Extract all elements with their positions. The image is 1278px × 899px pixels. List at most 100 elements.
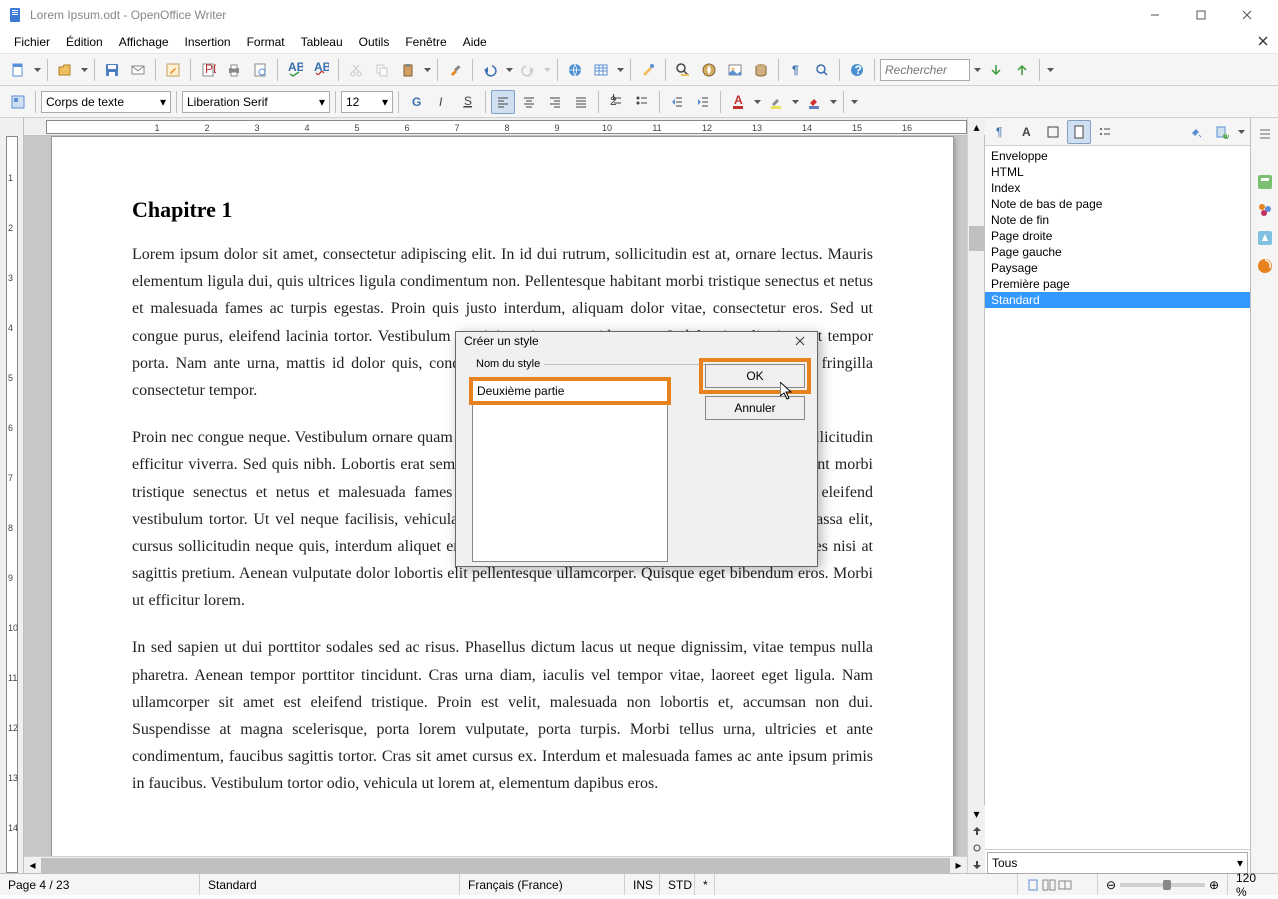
maximize-button[interactable] (1178, 0, 1224, 30)
menu-format[interactable]: Format (239, 33, 293, 51)
vertical-scrollbar[interactable]: ▴ ▾ (967, 118, 984, 873)
fill-format-icon[interactable] (1184, 120, 1208, 144)
edit-mode-icon[interactable] (161, 58, 185, 82)
table-dropdown[interactable] (615, 58, 625, 82)
copy-icon[interactable] (370, 58, 394, 82)
style-item[interactable]: Enveloppe (985, 148, 1250, 164)
page-styles-icon[interactable] (1067, 120, 1091, 144)
bgcolor-icon[interactable] (802, 90, 826, 114)
style-item[interactable]: Page droite (985, 228, 1250, 244)
menu-insertion[interactable]: Insertion (177, 33, 239, 51)
highlight-dropdown[interactable] (790, 90, 800, 114)
paragraph-style-combo[interactable]: Corps de texte▾ (41, 91, 171, 113)
style-item[interactable]: HTML (985, 164, 1250, 180)
close-document-icon[interactable] (1254, 32, 1272, 50)
format-paintbrush-icon[interactable] (443, 58, 467, 82)
properties-icon[interactable] (1253, 170, 1277, 194)
align-center-icon[interactable] (517, 90, 541, 114)
styles-filter-combo[interactable]: Tous▾ (987, 852, 1248, 874)
help-icon[interactable]: ? (845, 58, 869, 82)
underline-icon[interactable]: S (456, 90, 480, 114)
style-item[interactable]: Page gauche (985, 244, 1250, 260)
table-icon[interactable] (589, 58, 613, 82)
status-page[interactable]: Page 4 / 23 (0, 874, 200, 895)
zoom-in-icon[interactable]: ⊕ (1209, 878, 1219, 892)
view-multi-icon[interactable] (1042, 878, 1056, 892)
toolbar2-overflow[interactable] (849, 90, 859, 114)
dialog-titlebar[interactable]: Créer un style (456, 332, 817, 350)
autocorrect-icon[interactable]: ABC (309, 58, 333, 82)
zoom-icon[interactable] (810, 58, 834, 82)
bullet-list-icon[interactable] (630, 90, 654, 114)
draw-icon[interactable] (636, 58, 660, 82)
char-styles-icon[interactable]: A (1015, 120, 1039, 144)
paste-dropdown[interactable] (422, 58, 432, 82)
style-item[interactable]: Note de bas de page (985, 196, 1250, 212)
status-view-icons[interactable] (1018, 874, 1098, 895)
style-list[interactable] (472, 402, 668, 562)
undo-dropdown[interactable] (504, 58, 514, 82)
indent-icon[interactable] (691, 90, 715, 114)
style-item[interactable]: Première page (985, 276, 1250, 292)
style-item[interactable]: Index (985, 180, 1250, 196)
horizontal-scrollbar[interactable]: ◂ ▸ (24, 856, 967, 873)
outdent-icon[interactable] (665, 90, 689, 114)
search-box[interactable] (880, 59, 970, 81)
menu-fenetre[interactable]: Fenêtre (397, 33, 454, 51)
scroll-thumb[interactable] (969, 226, 984, 251)
redo-dropdown[interactable] (542, 58, 552, 82)
view-book-icon[interactable] (1058, 878, 1072, 892)
scroll-up-icon[interactable]: ▴ (968, 118, 985, 135)
gallery-icon[interactable] (723, 58, 747, 82)
status-std[interactable]: STD (660, 874, 695, 895)
nav-prev-icon[interactable] (968, 822, 985, 839)
menu-edition[interactable]: Édition (58, 33, 111, 51)
undo-icon[interactable] (478, 58, 502, 82)
save-icon[interactable] (100, 58, 124, 82)
font-name-combo[interactable]: Liberation Serif▾ (182, 91, 330, 113)
frame-styles-icon[interactable] (1041, 120, 1065, 144)
find-icon[interactable] (671, 58, 695, 82)
gallery-sb-icon[interactable] (1253, 198, 1277, 222)
font-color-icon[interactable]: A (726, 90, 750, 114)
minimize-button[interactable] (1132, 0, 1178, 30)
search-down-icon[interactable] (984, 58, 1008, 82)
style-item[interactable]: Paysage (985, 260, 1250, 276)
menu-fichier[interactable]: Fichier (6, 33, 58, 51)
zoom-slider[interactable]: ⊖ ⊕ (1098, 874, 1228, 895)
scroll-down-icon[interactable]: ▾ (968, 805, 985, 822)
zoom-out-icon[interactable]: ⊖ (1106, 878, 1116, 892)
menu-affichage[interactable]: Affichage (111, 33, 177, 51)
style-item[interactable]: Note de fin (985, 212, 1250, 228)
menu-tableau[interactable]: Tableau (293, 33, 351, 51)
navigator-sb-icon[interactable] (1253, 226, 1277, 250)
bold-icon[interactable]: G (404, 90, 428, 114)
status-ins[interactable]: INS (625, 874, 660, 895)
paste-icon[interactable] (396, 58, 420, 82)
close-button[interactable] (1224, 0, 1270, 30)
cut-icon[interactable] (344, 58, 368, 82)
navigator-icon[interactable] (697, 58, 721, 82)
dialog-close-icon[interactable] (791, 332, 809, 350)
menu-aide[interactable]: Aide (455, 33, 495, 51)
preview-icon[interactable] (248, 58, 272, 82)
pdf-icon[interactable]: PDF (196, 58, 220, 82)
list-styles-icon[interactable] (1093, 120, 1117, 144)
font-size-combo[interactable]: 12▾ (341, 91, 393, 113)
zoom-percent[interactable]: 120 % (1228, 874, 1278, 895)
new-style-icon[interactable]: + (1210, 120, 1234, 144)
spellcheck-icon[interactable]: ABC (283, 58, 307, 82)
bgcolor-dropdown[interactable] (828, 90, 838, 114)
search-up-icon[interactable] (1010, 58, 1034, 82)
redo-icon[interactable] (516, 58, 540, 82)
print-icon[interactable] (222, 58, 246, 82)
new-style-dropdown[interactable] (1236, 120, 1246, 144)
style-item-selected[interactable]: Standard (985, 292, 1250, 308)
hyperlink-icon[interactable] (563, 58, 587, 82)
status-style[interactable]: Standard (200, 874, 460, 895)
sidebar-menu-icon[interactable] (1253, 122, 1277, 146)
styles-icon[interactable] (6, 90, 30, 114)
new-doc-dropdown[interactable] (32, 58, 42, 82)
new-doc-icon[interactable] (6, 58, 30, 82)
open-dropdown[interactable] (79, 58, 89, 82)
